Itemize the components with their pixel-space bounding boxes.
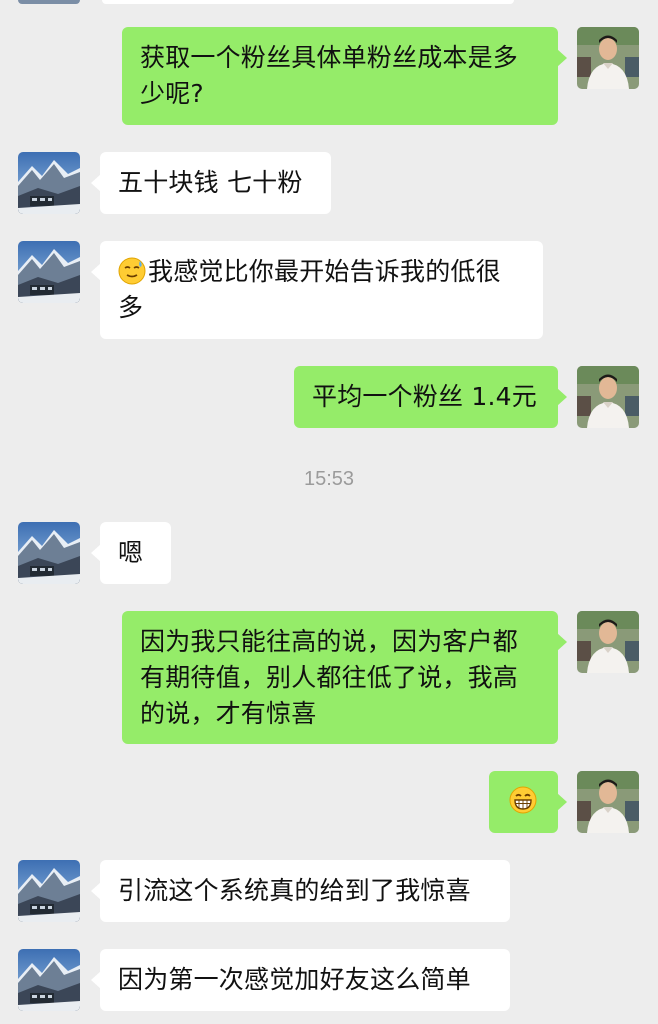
message-text: 因为我只能往高的说，因为客户都有期待值，别人都往低了说，我高的说，才有惊喜 [140,627,519,728]
contact-avatar[interactable] [18,949,80,1011]
message-text: 引流这个系统真的给到了我惊喜 [118,876,471,905]
contact-avatar[interactable] [18,522,80,584]
message-text: 嗯 [118,538,144,567]
chat-timestamp: 15:53 [303,468,355,490]
contact-avatar[interactable] [18,241,80,303]
self-avatar[interactable] [577,611,639,673]
message-bubble-incoming[interactable]: 引流这个系统真的给到了我惊喜 [91,860,510,922]
self-avatar[interactable] [577,27,639,89]
self-avatar[interactable] [577,771,639,833]
message-bubble-outgoing[interactable]: 因为我只能往高的说，因为客户都有期待值，别人都往低了说，我高的说，才有惊喜 [122,611,567,744]
contact-avatar[interactable] [18,860,80,922]
message-bubble-outgoing[interactable] [489,771,567,833]
self-avatar[interactable] [577,366,639,428]
message-text: 我感觉比你最开始告诉我的低很多 [118,257,501,322]
message-bubble-incoming[interactable]: 我感觉比你最开始告诉我的低很多 [91,241,543,339]
previous-message-fragment [102,0,514,4]
contact-avatar[interactable] [18,152,80,214]
message-bubble-incoming[interactable]: 嗯 [91,522,171,584]
chat-history[interactable]: 获取一个粉丝具体单粉丝成本是多少呢? 五十块钱 七十粉 我感觉比你最开始告诉我的… [0,0,658,1024]
message-bubble-incoming[interactable]: 因为第一次感觉加好友这么简单 [91,949,510,1011]
previous-avatar-fragment [18,0,80,4]
message-text: 平均一个粉丝 1.4元 [312,382,537,411]
message-bubble-outgoing[interactable]: 获取一个粉丝具体单粉丝成本是多少呢? [122,27,567,125]
message-bubble-outgoing[interactable]: 平均一个粉丝 1.4元 [294,366,567,428]
message-text: 因为第一次感觉加好友这么简单 [118,965,471,994]
message-bubble-incoming[interactable]: 五十块钱 七十粉 [91,152,331,214]
grinning-emoji-icon [509,786,537,814]
message-text: 五十块钱 七十粉 [118,168,303,197]
sweat-smile-emoji-icon [118,257,146,285]
message-text: 获取一个粉丝具体单粉丝成本是多少呢? [140,43,519,108]
